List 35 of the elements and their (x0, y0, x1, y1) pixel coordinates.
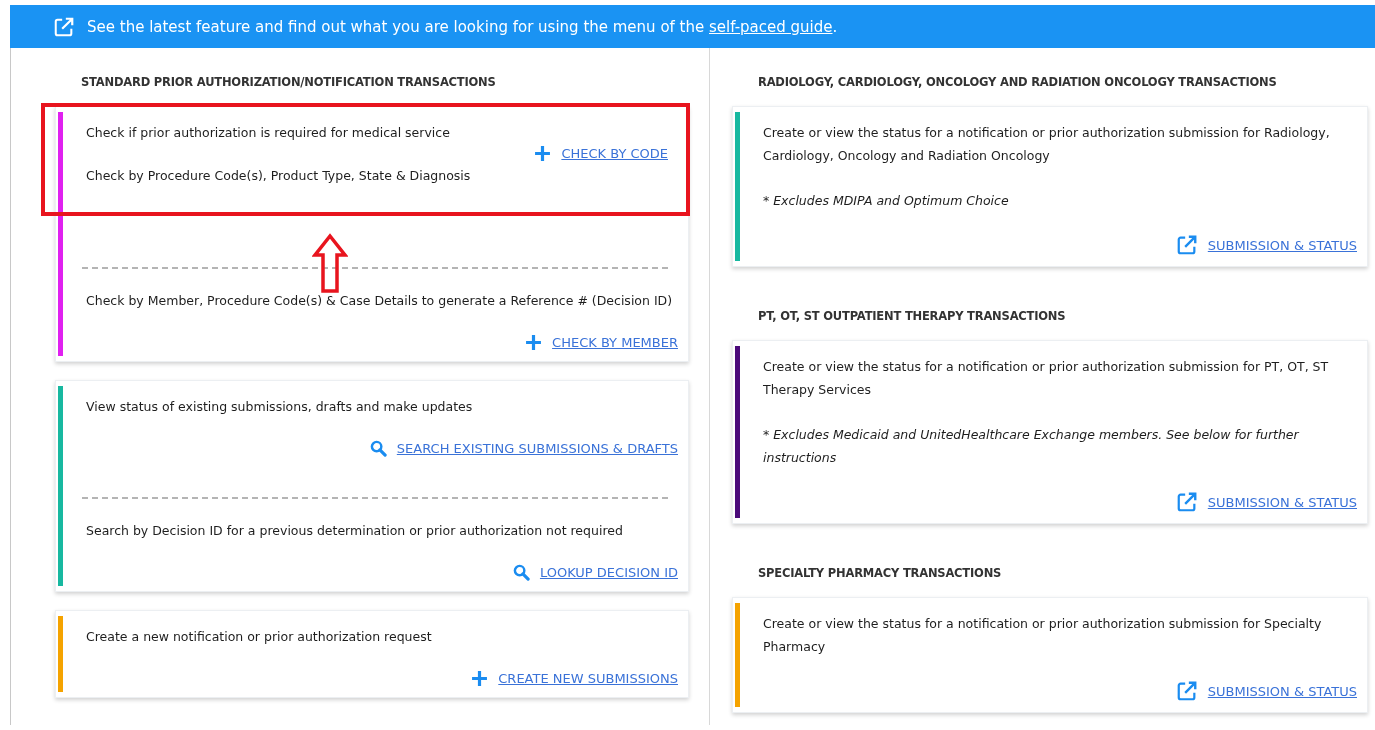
card-note: * Excludes MDIPA and Optimum Choice (763, 192, 1010, 210)
external-link-icon (1175, 680, 1198, 702)
external-link-icon (1175, 234, 1198, 256)
card-description: Check by Member, Procedure Code(s) & Case Details to generate a Reference # (Decision ID) (86, 292, 674, 310)
section-heading: PT, OT, ST OUTPATIENT THERAPY TRANSACTIONS (758, 309, 1067, 323)
action-link[interactable]: SUBMISSION & STATUS (1207, 494, 1357, 510)
search-icon (369, 440, 387, 457)
card-description: Create or view the status for a notification or prior authorization submission for Radiology, Cardiology, Oncology and Radiation Oncology (763, 124, 1331, 165)
card-note: * Excludes Medicaid and UnitedHealthcare Exchange members. See below for further instructions (763, 426, 1301, 467)
guide-link[interactable]: self-paced guide (709, 17, 833, 36)
action-link[interactable]: SUBMISSION & STATUS (1207, 683, 1357, 699)
action-link[interactable]: SUBMISSION & STATUS (1207, 237, 1357, 253)
section-heading: STANDARD PRIOR AUTHORIZATION/NOTIFICATION TRANSACTIONS (81, 75, 497, 89)
card-description: Check if prior authorization is required for medical service (86, 124, 451, 142)
section-heading: SPECIALTY PHARMACY TRANSACTIONS (758, 566, 1003, 580)
action-link[interactable]: SEARCH EXISTING SUBMISSIONS & DRAFTS (396, 441, 678, 456)
plus-icon (534, 144, 552, 162)
section-heading: RADIOLOGY, CARDIOLOGY, ONCOLOGY AND RADIATION ONCOLOGY TRANSACTIONS (758, 75, 1278, 89)
card-description: Create or view the status for a notification or prior authorization submission for PT, OT, ST Therapy Services (763, 358, 1330, 399)
action-link[interactable]: LOOKUP DECISION ID (539, 565, 678, 580)
plus-icon (525, 334, 543, 351)
external-link-icon (1175, 491, 1198, 513)
action-link[interactable]: CREATE NEW SUBMISSIONS (498, 671, 678, 686)
action-link[interactable]: CHECK BY MEMBER (552, 335, 678, 350)
card-description: Create or view the status for a notification or prior authorization submission for Specialty Pharmacy (763, 615, 1323, 656)
card-description: Create a new notification or prior authorization request (86, 628, 433, 646)
plus-icon (471, 670, 489, 687)
card-description: View status of existing submissions, drafts and make updates (86, 398, 474, 416)
card-description: Check by Procedure Code(s), Product Type, State & Diagnosis (86, 167, 471, 185)
card-description: Search by Decision ID for a previous determination or prior authorization not required (86, 522, 624, 540)
search-icon (512, 564, 530, 581)
pointer-arrow (312, 233, 348, 295)
external-link-icon (53, 15, 75, 38)
action-link[interactable]: CHECK BY CODE (561, 145, 668, 161)
banner-message: See the latest feature and find out what you are looking for using the menu of the self-paced guide. (87, 17, 838, 36)
